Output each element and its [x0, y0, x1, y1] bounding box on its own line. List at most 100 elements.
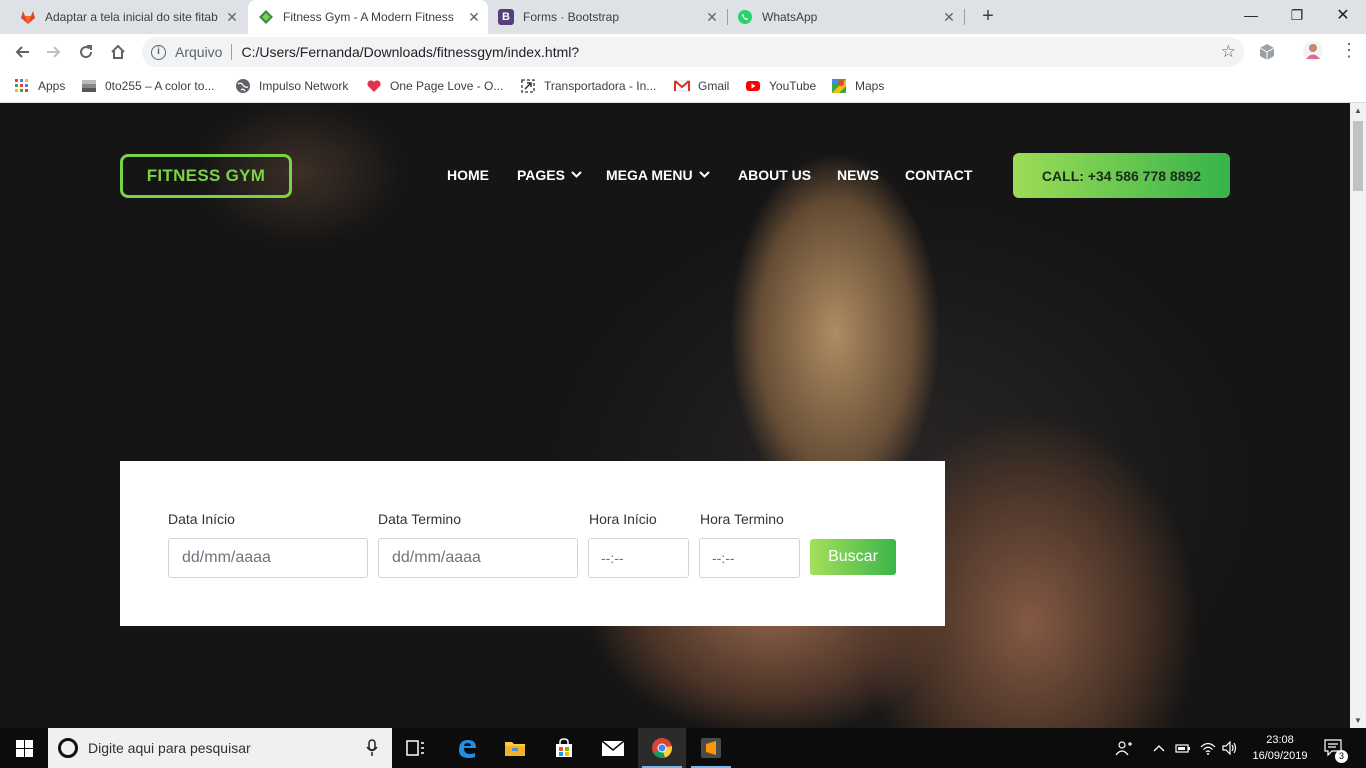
- arrow-box-icon: [520, 78, 536, 94]
- page-scrollbar[interactable]: ▲ ▼: [1350, 103, 1366, 728]
- nav-label: CONTACT: [905, 167, 973, 183]
- taskbar-search[interactable]: Digite aqui para pesquisar: [48, 728, 392, 768]
- scroll-up-arrow-icon[interactable]: ▲: [1354, 106, 1362, 115]
- close-tab-icon[interactable]: ✕: [224, 9, 240, 26]
- gray-block-icon: [81, 78, 97, 94]
- action-center-icon[interactable]: 3: [1324, 728, 1348, 768]
- nav-label: MEGA MENU: [606, 167, 693, 183]
- minimize-icon[interactable]: —: [1228, 0, 1274, 30]
- end-time-input[interactable]: --:--: [699, 538, 800, 578]
- nav-label: ABOUT US: [738, 167, 812, 183]
- tab-fitness-gym[interactable]: Fitness Gym - A Modern Fitness ✕: [248, 0, 488, 34]
- close-tab-icon[interactable]: ✕: [941, 9, 957, 26]
- bookmark-youtube[interactable]: YouTube: [745, 76, 816, 96]
- info-icon[interactable]: i: [151, 44, 166, 60]
- close-tab-icon[interactable]: ✕: [466, 9, 482, 26]
- nav-home[interactable]: HOME: [447, 167, 489, 183]
- file-explorer-icon[interactable]: [491, 728, 539, 768]
- store-icon[interactable]: [540, 728, 588, 768]
- close-tab-icon[interactable]: ✕: [704, 9, 720, 26]
- bookmark-impulso[interactable]: Impulso Network: [235, 76, 348, 96]
- taskbar-search-placeholder: Digite aqui para pesquisar: [88, 740, 251, 756]
- bookmark-star-icon[interactable]: ☆: [1221, 42, 1236, 62]
- windows-taskbar: Digite aqui para pesquisar 23:08 16/09/2…: [0, 728, 1366, 768]
- extension-cube-icon[interactable]: [1258, 43, 1276, 66]
- tab-bootstrap[interactable]: B Forms · Bootstrap ✕: [490, 0, 726, 34]
- nav-contact[interactable]: CONTACT: [905, 167, 972, 183]
- globe-icon: [235, 78, 251, 94]
- hero-section: FITNESS GYM HOME PAGES MEGA MENU ABOUT U…: [0, 103, 1350, 728]
- tab-gitlab[interactable]: Adaptar a tela inicial do site fitab ✕: [12, 0, 246, 34]
- browser-toolbar: i Arquivo C:/Users/Fernanda/Downloads/fi…: [0, 34, 1366, 70]
- scroll-thumb[interactable]: [1353, 121, 1363, 191]
- maximize-icon[interactable]: ❐: [1274, 0, 1320, 30]
- start-time-label: Hora Início: [589, 511, 657, 527]
- battery-icon[interactable]: [1175, 728, 1191, 768]
- back-arrow-icon[interactable]: [10, 40, 34, 64]
- nav-pages[interactable]: PAGES: [517, 167, 582, 183]
- nav-about-us[interactable]: ABOUT US: [738, 167, 811, 183]
- gmail-icon: [674, 78, 690, 94]
- tab-separator: [727, 9, 728, 25]
- apps-grid-icon: [14, 78, 30, 94]
- scroll-down-arrow-icon[interactable]: ▼: [1354, 716, 1362, 725]
- start-date-placeholder: dd/mm/aaaa: [182, 549, 271, 566]
- clock-time: 23:08: [1266, 734, 1294, 746]
- end-time-label: Hora Termino: [700, 511, 784, 527]
- windows-start-icon[interactable]: [0, 728, 48, 768]
- chrome-taskbar-icon[interactable]: [638, 728, 686, 768]
- chrome-menu-icon[interactable]: ⋮: [1340, 41, 1358, 59]
- bookmark-maps[interactable]: Maps: [831, 76, 884, 96]
- bookmark-transportadora[interactable]: Transportadora - In...: [520, 76, 656, 96]
- youtube-icon: [745, 78, 761, 94]
- cortana-icon: [58, 738, 78, 758]
- chevron-down-icon: [698, 170, 710, 181]
- edge-browser-icon[interactable]: [443, 728, 491, 768]
- start-date-input[interactable]: dd/mm/aaaa: [168, 538, 368, 578]
- home-icon[interactable]: [106, 40, 130, 64]
- bookmark-one-page-love[interactable]: One Page Love - O...: [366, 76, 503, 96]
- show-hidden-icons-chevron-icon[interactable]: [1153, 728, 1165, 768]
- volume-icon[interactable]: [1222, 728, 1238, 768]
- bookmark-label: One Page Love - O...: [390, 79, 504, 93]
- bookmark-label: Maps: [855, 79, 885, 93]
- task-view-icon[interactable]: [392, 728, 440, 768]
- bookmark-label: YouTube: [769, 79, 817, 93]
- end-date-input[interactable]: dd/mm/aaaa: [378, 538, 578, 578]
- system-clock[interactable]: 23:08 16/09/2019: [1248, 732, 1312, 764]
- site-logo[interactable]: FITNESS GYM: [120, 154, 292, 198]
- microphone-icon[interactable]: [366, 739, 378, 760]
- nav-mega-menu[interactable]: MEGA MENU: [606, 167, 710, 183]
- tab-whatsapp[interactable]: WhatsApp ✕: [729, 0, 963, 34]
- search-form-card: Data Início Data Termino Hora Início Hor…: [120, 461, 945, 626]
- mail-icon[interactable]: [589, 728, 637, 768]
- notification-count-badge: 3: [1335, 750, 1348, 763]
- reload-icon[interactable]: [74, 40, 98, 64]
- bookmark-label: Apps: [38, 79, 66, 93]
- bookmark-gmail[interactable]: Gmail: [674, 76, 729, 96]
- wifi-icon[interactable]: [1200, 728, 1216, 768]
- tab-title: WhatsApp: [762, 10, 818, 24]
- forward-arrow-icon[interactable]: [42, 40, 66, 64]
- people-icon[interactable]: [1115, 728, 1133, 768]
- call-button[interactable]: CALL: +34 586 778 8892: [1013, 153, 1230, 198]
- end-date-label: Data Termino: [378, 511, 462, 527]
- sublime-text-icon[interactable]: [687, 728, 735, 768]
- nav-news[interactable]: NEWS: [837, 167, 879, 183]
- whatsapp-icon: [737, 9, 753, 25]
- close-window-icon[interactable]: ✕: [1320, 0, 1366, 30]
- tab-title: Fitness Gym - A Modern Fitness: [283, 10, 454, 24]
- address-bar[interactable]: i Arquivo C:/Users/Fernanda/Downloads/fi…: [142, 37, 1244, 67]
- url-text[interactable]: C:/Users/Fernanda/Downloads/fitnessgym/i…: [241, 44, 579, 60]
- chevron-down-icon: [571, 170, 582, 181]
- bookmark-0to255[interactable]: 0to255 – A color to...: [81, 76, 214, 96]
- start-time-input[interactable]: --:--: [588, 538, 689, 578]
- profile-avatar-icon[interactable]: [1303, 41, 1323, 66]
- start-date-label: Data Início: [168, 511, 235, 527]
- search-button[interactable]: Buscar: [810, 539, 896, 575]
- url-scheme-label: Arquivo: [175, 44, 223, 60]
- new-tab-icon[interactable]: +: [977, 6, 999, 28]
- bootstrap-icon: B: [498, 9, 514, 25]
- bookmark-apps[interactable]: Apps: [14, 76, 65, 96]
- tab-separator: [964, 9, 965, 25]
